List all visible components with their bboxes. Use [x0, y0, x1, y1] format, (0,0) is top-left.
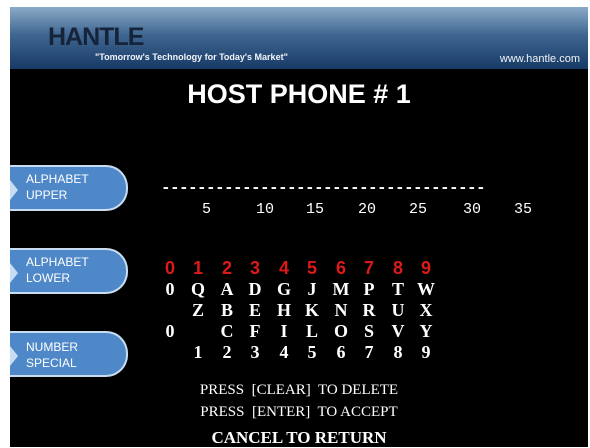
ruler-mark: 25	[409, 201, 428, 218]
ruler-mark: 35	[514, 201, 533, 218]
key-char: R	[362, 300, 376, 320]
header-tagline: "Tomorrow's Technology for Today's Marke…	[95, 52, 288, 62]
key-char: A	[220, 279, 234, 299]
key-char: S	[363, 321, 374, 341]
number-special-label: NUMBER SPECIAL	[26, 339, 78, 371]
key-char: X	[419, 300, 433, 320]
left-arrow-icon	[10, 263, 18, 283]
key-char: P	[363, 279, 375, 299]
key-char: V	[391, 321, 405, 341]
alphabet-upper-line2: UPPER	[26, 188, 68, 202]
key-char: D	[248, 279, 262, 299]
page-title: HOST PHONE # 1	[187, 79, 411, 109]
alphabet-lower-label: ALPHABET LOWER	[26, 254, 89, 286]
key-char: M	[332, 279, 350, 299]
key-char: O	[333, 321, 348, 341]
ruler-mark: 15	[306, 201, 325, 218]
number-special-line2: SPECIAL	[26, 356, 77, 370]
ruler-mark: 10	[256, 201, 275, 218]
key-char: 0	[165, 279, 175, 299]
key-digit: 8	[392, 258, 403, 278]
phone-entry-field[interactable]: ------------------------------------	[161, 179, 486, 197]
header-banner: HANTLE "Tomorrow's Technology for Today'…	[10, 7, 588, 69]
key-char: T	[391, 279, 404, 299]
left-arrow-icon	[10, 346, 18, 366]
key-char: 0	[165, 321, 175, 341]
atm-screen: HANTLE "Tomorrow's Technology for Today'…	[0, 0, 590, 447]
key-char: 2	[222, 342, 232, 362]
alphabet-upper-button[interactable]: ALPHABET UPPER	[10, 165, 128, 211]
key-digit: 0	[164, 258, 175, 278]
key-char: L	[305, 321, 318, 341]
key-char: I	[280, 321, 288, 341]
key-char: W	[417, 279, 435, 299]
clear-instruction: PRESS [CLEAR] TO DELETE	[199, 382, 399, 398]
key-char: B	[220, 300, 233, 320]
key-char: 4	[279, 342, 289, 362]
key-digit: 5	[306, 258, 317, 278]
header-website: www.hantle.com	[499, 53, 580, 65]
display-area: HOST PHONE # 1 ALPHABET UPPER ALPHABET L…	[10, 69, 588, 447]
ruler-mark: 20	[358, 201, 377, 218]
key-char: H	[276, 300, 291, 320]
key-char: N	[334, 300, 348, 320]
key-char: C	[220, 321, 234, 341]
key-char: 3	[250, 342, 260, 362]
key-digit: 2	[221, 258, 232, 278]
alphabet-upper-label: ALPHABET UPPER	[26, 171, 89, 203]
ruler-mark: 30	[463, 201, 482, 218]
number-special-line1: NUMBER	[26, 340, 79, 354]
key-char: 8	[393, 342, 403, 362]
alphabet-lower-button[interactable]: ALPHABET LOWER	[10, 248, 128, 294]
key-char: 5	[307, 342, 317, 362]
alphabet-lower-line2: LOWER	[26, 271, 71, 285]
hantle-logo: HANTLE	[48, 23, 144, 51]
key-char: 1	[193, 342, 203, 362]
ruler-mark: 5	[202, 201, 212, 218]
key-digit: 3	[249, 258, 260, 278]
cancel-instruction: CANCEL TO RETURN	[211, 428, 387, 447]
key-digit: 1	[192, 258, 203, 278]
key-char: Z	[191, 300, 204, 320]
alphabet-upper-line1: ALPHABET	[26, 172, 89, 186]
key-char: K	[304, 300, 319, 320]
alphabet-lower-line1: ALPHABET	[26, 255, 89, 269]
key-digit: 6	[335, 258, 346, 278]
key-digit: 9	[420, 258, 431, 278]
key-digit: 4	[278, 258, 289, 278]
key-char: 7	[364, 342, 374, 362]
enter-instruction: PRESS [ENTER] TO ACCEPT	[200, 404, 398, 420]
key-char: Y	[419, 321, 433, 341]
number-special-button[interactable]: NUMBER SPECIAL	[10, 331, 128, 377]
key-char: J	[307, 279, 317, 299]
key-char: 9	[421, 342, 431, 362]
key-digit: 7	[363, 258, 374, 278]
left-arrow-icon	[10, 180, 18, 200]
key-char: F	[249, 321, 261, 341]
key-char: U	[391, 300, 405, 320]
key-char: E	[248, 300, 261, 320]
key-char: G	[276, 279, 291, 299]
key-char: Q	[190, 279, 205, 299]
key-char: 6	[336, 342, 346, 362]
